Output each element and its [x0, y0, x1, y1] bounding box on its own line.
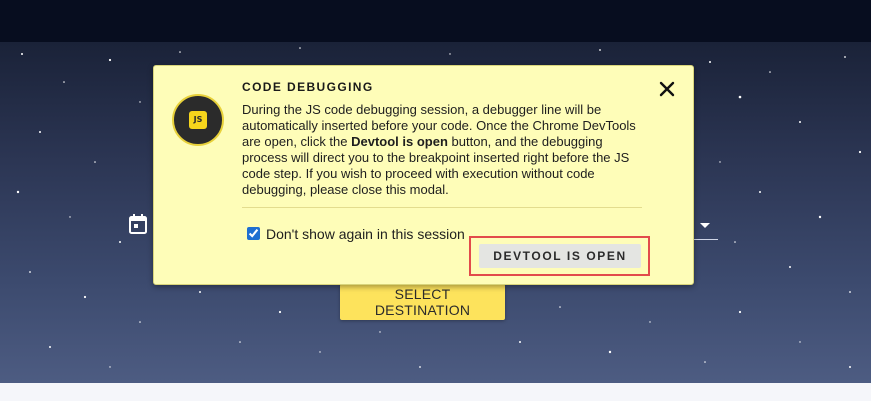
js-logo-text: JS — [189, 111, 207, 129]
page-footer-area — [0, 383, 871, 401]
code-debugging-modal: JS CODE DEBUGGING During the JS code deb… — [153, 65, 694, 285]
chevron-down-icon[interactable] — [699, 222, 711, 230]
calendar-icon[interactable] — [128, 213, 148, 235]
modal-title: CODE DEBUGGING — [242, 80, 374, 94]
modal-divider — [242, 207, 642, 208]
close-icon[interactable] — [658, 80, 676, 98]
top-app-bar — [0, 0, 871, 42]
select-destination-button[interactable]: SELECT DESTINATION — [340, 284, 505, 320]
dont-show-again-checkbox[interactable] — [247, 227, 260, 240]
devtool-is-open-button[interactable]: DEVTOOL IS OPEN — [479, 244, 641, 268]
js-logo-icon: JS — [172, 94, 224, 146]
devtool-is-open-emphasis: Devtool is open — [351, 134, 448, 149]
dont-show-again-label[interactable]: Don't show again in this session — [266, 226, 465, 242]
modal-description: During the JS code debugging session, a … — [242, 102, 642, 198]
